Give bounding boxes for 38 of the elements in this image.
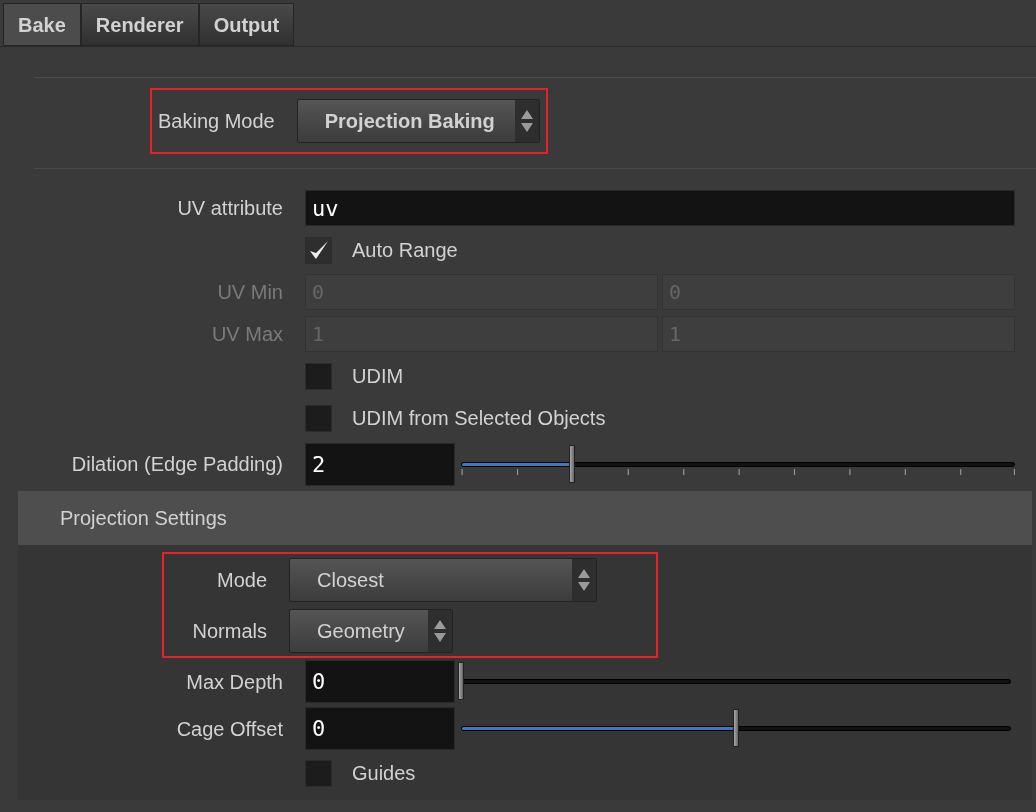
text-field[interactable]: uv bbox=[305, 190, 1015, 226]
checkbox-label: UDIM bbox=[352, 364, 404, 389]
tab[interactable]: Output bbox=[198, 3, 295, 46]
parameter-label: Mode bbox=[216, 568, 267, 593]
checkbox[interactable] bbox=[305, 362, 332, 390]
parameter-label: Normals bbox=[192, 619, 267, 644]
checkbox-label: UDIM from Selected Objects bbox=[352, 406, 606, 431]
slider-thumb[interactable] bbox=[458, 662, 464, 700]
checkbox-label: Guides bbox=[352, 761, 416, 786]
checkbox[interactable] bbox=[305, 759, 332, 787]
up-down-arrows-icon bbox=[520, 109, 533, 133]
tab[interactable]: Renderer bbox=[80, 3, 199, 46]
up-down-arrows-icon bbox=[578, 568, 590, 592]
dropdown-menu[interactable]: Projection Baking bbox=[296, 99, 540, 143]
parameter-label: Cage Offset bbox=[176, 716, 283, 742]
parameter-label: Baking Mode bbox=[158, 109, 275, 134]
slider-thumb[interactable] bbox=[568, 444, 575, 483]
number-field[interactable]: 0 bbox=[305, 707, 455, 750]
slider-thumb[interactable] bbox=[733, 709, 739, 747]
parameter-label: UV attribute bbox=[177, 196, 283, 221]
checkbox-label: Auto Range bbox=[352, 238, 458, 263]
slider-track[interactable] bbox=[461, 679, 1011, 684]
section-title: Projection Settings bbox=[60, 506, 227, 531]
checkbox[interactable] bbox=[305, 236, 332, 264]
parameter-label: Max Depth bbox=[186, 669, 283, 695]
section-header[interactable]: Projection Settings bbox=[18, 491, 1032, 545]
slider-track[interactable] bbox=[461, 461, 1015, 467]
parameter-label: Dilation (Edge Padding) bbox=[71, 452, 283, 477]
parameter-label: UV Min bbox=[217, 280, 283, 305]
tab[interactable]: Bake bbox=[3, 3, 81, 46]
parameter-label: UV Max bbox=[211, 322, 283, 347]
up-down-arrows-icon bbox=[434, 619, 446, 643]
number-field[interactable]: 0 bbox=[305, 660, 455, 703]
dropdown-menu[interactable]: Geometry bbox=[289, 609, 453, 653]
number-field[interactable]: 2 bbox=[305, 442, 455, 486]
slider-track[interactable] bbox=[461, 726, 1011, 731]
checkbox[interactable] bbox=[305, 404, 332, 432]
dropdown-menu[interactable]: Closest bbox=[289, 558, 597, 602]
